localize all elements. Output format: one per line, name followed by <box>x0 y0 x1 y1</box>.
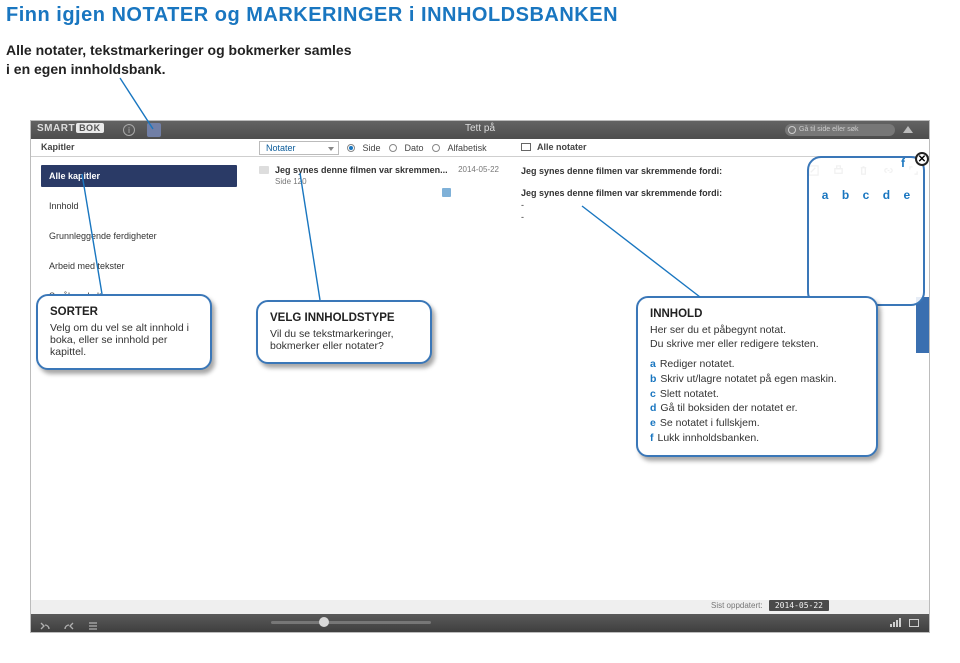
radio-dato[interactable] <box>389 144 397 152</box>
page-title: Finn igjen NOTATER og MARKERINGER i INNH… <box>0 0 960 27</box>
callout-innhold: INNHOLD Her ser du et påbegynt notat.Du … <box>636 296 878 457</box>
print-icon[interactable] <box>833 165 844 176</box>
sidebar-item-arbeid[interactable]: Arbeid med tekster <box>41 255 237 277</box>
link-icon[interactable] <box>883 165 894 176</box>
bottom-toolbar <box>31 614 929 632</box>
search-input[interactable]: Gå til side eller søk <box>785 124 895 136</box>
note-checkbox[interactable] <box>442 188 451 197</box>
printer-icon <box>521 143 531 151</box>
collapse-icon[interactable] <box>903 126 913 133</box>
sidebar-item-grunnleggende[interactable]: Grunnleggende ferdigheter <box>41 225 237 247</box>
slider-thumb[interactable] <box>319 617 329 627</box>
note-view: Jeg synes denne filmen var skremmende fo… <box>521 165 919 222</box>
list-icon[interactable] <box>87 618 99 628</box>
info-icon[interactable]: i <box>123 124 135 136</box>
sidebar-item-allekapitler[interactable]: Alle kapitler <box>41 165 237 187</box>
app-topbar: SMARTBOK i Tett på Gå til side eller søk <box>31 121 929 139</box>
chapters-heading: Kapitler <box>41 142 75 152</box>
edit-icon[interactable] <box>808 165 819 176</box>
note-date: 2014-05-22 <box>458 165 499 174</box>
redo-icon[interactable] <box>63 618 75 628</box>
sidebar-item-innhold[interactable]: Innhold <box>41 195 237 217</box>
page-slider[interactable] <box>271 621 431 624</box>
note-icon <box>259 166 269 174</box>
chapter-sidebar: Alle kapitler Innhold Grunnleggende ferd… <box>41 165 237 307</box>
contentbank-icon[interactable] <box>147 123 161 137</box>
fullscreen-toggle-icon[interactable] <box>909 619 919 627</box>
book-title: Tett på <box>465 123 495 134</box>
note-view-heading: Jeg synes denne filmen var skremmende fo… <box>521 166 722 176</box>
note-list: Jeg synes denne filmen var skremmen... 2… <box>259 165 499 197</box>
note-page: Side 120 <box>275 177 499 186</box>
undo-icon[interactable] <box>39 618 51 628</box>
page-subtitle: Alle notater, tekstmarkeringer og bokmer… <box>0 27 430 79</box>
radio-alfabetisk[interactable] <box>432 144 440 152</box>
filter-bar: Kapitler Notater Side Dato Alfabetisk Al… <box>31 139 929 157</box>
note-list-item[interactable]: Jeg synes denne filmen var skremmen... 2… <box>259 165 499 186</box>
brand-logo: SMARTBOK <box>37 123 104 134</box>
radio-side[interactable] <box>347 144 355 152</box>
status-bar: Sist oppdatert: 2014-05-22 <box>31 600 929 614</box>
smart-tab[interactable]: Smartoppslag <box>916 297 930 353</box>
note-body[interactable]: Jeg synes denne filmen var skremmende fo… <box>521 188 919 222</box>
volume-icon[interactable] <box>890 618 901 627</box>
fullscreen-icon[interactable] <box>908 165 919 176</box>
callout-sorter: SORTER Velg om du vel se alt innhold i b… <box>36 294 212 370</box>
note-title: Jeg synes denne filmen var skremmen... <box>275 165 458 175</box>
delete-icon[interactable] <box>858 165 869 176</box>
callout-velg: VELG INNHOLDSTYPE Vil du se tekstmarkeri… <box>256 300 432 364</box>
print-all[interactable]: Alle notater <box>521 142 587 152</box>
type-select[interactable]: Notater <box>259 141 339 155</box>
